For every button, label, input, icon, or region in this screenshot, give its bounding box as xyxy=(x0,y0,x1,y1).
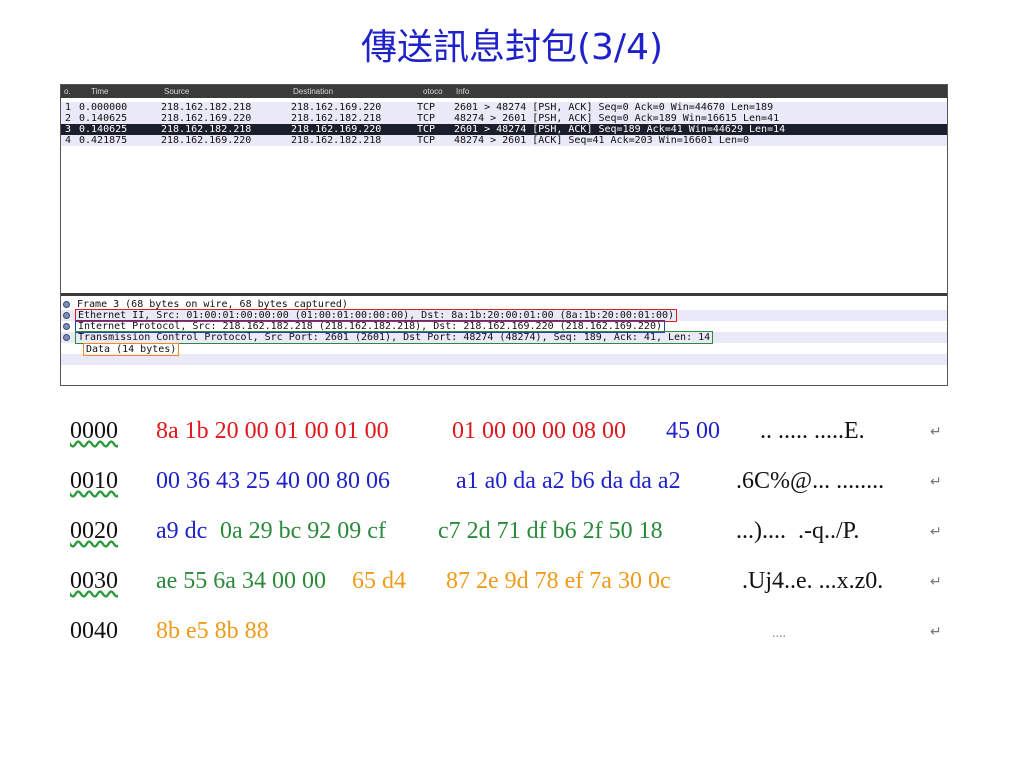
packet-source: 218.162.169.220 xyxy=(161,135,252,146)
packet-source: 218.162.182.218 xyxy=(161,124,252,135)
packet-row[interactable]: 4 0.421875 218.162.169.220 218.162.182.2… xyxy=(61,135,947,146)
column-header-no[interactable]: o. xyxy=(64,85,71,98)
pane-splitter[interactable] xyxy=(61,293,947,296)
hex-ascii: .... xyxy=(772,626,786,641)
hex-bytes: 45 00 xyxy=(666,418,720,444)
packet-protocol: TCP xyxy=(417,124,436,135)
packet-row-selected[interactable]: 3 0.140625 218.162.182.218 218.162.169.2… xyxy=(61,124,947,135)
hex-row: 0040 8b e5 8b 88 .... ↵ xyxy=(70,618,970,650)
column-header-info[interactable]: Info xyxy=(456,85,469,98)
hex-ascii: .. ..... .....E. xyxy=(760,418,865,444)
return-mark-icon: ↵ xyxy=(930,425,942,440)
tree-node-data[interactable]: Data (14 bytes) xyxy=(61,343,947,356)
hex-ascii: .Uj4..e. ...x.z0. xyxy=(742,568,884,594)
packet-info: 48274 > 2601 [ACK] Seq=41 Ack=203 Win=16… xyxy=(454,135,750,146)
packet-no: 4 xyxy=(65,135,72,146)
hex-bytes: c7 2d 71 df b6 2f 50 18 xyxy=(438,518,663,544)
column-header-protocol[interactable]: otoco xyxy=(423,85,443,98)
hex-bytes: 0a 29 bc 92 09 cf xyxy=(220,518,386,544)
packet-destination: 218.162.169.220 xyxy=(291,124,382,135)
packet-source: 218.162.169.220 xyxy=(161,113,252,124)
packet-protocol: TCP xyxy=(417,135,436,146)
packet-row[interactable]: 1 0.000000 218.162.182.218 218.162.169.2… xyxy=(61,102,947,113)
packet-list: 1 0.000000 218.162.182.218 218.162.169.2… xyxy=(61,100,947,292)
column-header-time[interactable]: Time xyxy=(91,85,108,98)
packet-time: 0.421875 xyxy=(79,135,128,146)
packet-list-header: o. Time Source Destination otoco Info xyxy=(61,85,947,98)
hex-bytes: 87 2e 9d 78 ef 7a 30 0c xyxy=(446,568,671,594)
packet-time: 0.140625 xyxy=(79,124,128,135)
hex-row: 0020 a9 dc 0a 29 bc 92 09 cf c7 2d 71 df… xyxy=(70,518,970,550)
tree-row-shade xyxy=(61,354,947,365)
hex-bytes: ae 55 6a 34 00 00 xyxy=(156,568,326,594)
hex-bytes: 01 00 00 00 08 00 xyxy=(452,418,626,444)
hex-bytes: a9 dc xyxy=(156,518,208,544)
column-header-destination[interactable]: Destination xyxy=(293,85,333,98)
hex-bytes: a1 a0 da a2 b6 da da a2 xyxy=(456,468,681,494)
return-mark-icon: ↵ xyxy=(930,575,942,590)
expand-node-icon[interactable] xyxy=(63,334,70,341)
tree-node-label: Data (14 bytes) xyxy=(83,343,180,356)
packet-protocol: TCP xyxy=(417,102,436,113)
return-mark-icon: ↵ xyxy=(930,475,942,490)
hex-ascii: ...).... .-q../P. xyxy=(736,518,860,544)
return-mark-icon: ↵ xyxy=(930,625,942,640)
hex-dump: 0000 8a 1b 20 00 01 00 01 00 01 00 00 00… xyxy=(70,418,970,678)
column-header-source[interactable]: Source xyxy=(164,85,189,98)
packet-destination: 218.162.182.218 xyxy=(291,113,382,124)
packet-info: 2601 > 48274 [PSH, ACK] Seq=0 Ack=0 Win=… xyxy=(454,102,774,113)
hex-row: 0000 8a 1b 20 00 01 00 01 00 01 00 00 00… xyxy=(70,418,970,450)
packet-info: 2601 > 48274 [PSH, ACK] Seq=189 Ack=41 W… xyxy=(454,124,786,135)
packet-destination: 218.162.182.218 xyxy=(291,135,382,146)
packet-time: 0.000000 xyxy=(79,102,128,113)
hex-row: 0010 00 36 43 25 40 00 80 06 a1 a0 da a2… xyxy=(70,468,970,500)
hex-offset: 0030 xyxy=(70,568,118,594)
packet-protocol: TCP xyxy=(417,113,436,124)
hex-offset: 0020 xyxy=(70,518,118,544)
slide-title: 傳送訊息封包(3/4) xyxy=(360,27,664,68)
hex-bytes: 8b e5 8b 88 xyxy=(156,618,269,644)
expand-node-icon[interactable] xyxy=(63,312,70,319)
hex-offset: 0040 xyxy=(70,618,118,644)
expand-node-icon[interactable] xyxy=(63,301,70,308)
packet-no: 3 xyxy=(65,124,72,135)
packet-info: 48274 > 2601 [PSH, ACK] Seq=0 Ack=189 Wi… xyxy=(454,113,780,124)
hex-bytes: 8a 1b 20 00 01 00 01 00 xyxy=(156,418,389,444)
hex-row: 0030 ae 55 6a 34 00 00 65 d4 87 2e 9d 78… xyxy=(70,568,970,600)
packet-row[interactable]: 2 0.140625 218.162.169.220 218.162.182.2… xyxy=(61,113,947,124)
packet-capture-window: o. Time Source Destination otoco Info 1 … xyxy=(60,84,948,386)
packet-no: 1 xyxy=(65,102,72,113)
packet-destination: 218.162.169.220 xyxy=(291,102,382,113)
hex-ascii: .6C%@... ........ xyxy=(736,468,885,494)
packet-details-tree: Frame 3 (68 bytes on wire, 68 bytes capt… xyxy=(61,299,947,383)
hex-bytes: 00 36 43 25 40 00 80 06 xyxy=(156,468,390,494)
packet-no: 2 xyxy=(65,113,72,124)
expand-node-icon[interactable] xyxy=(63,323,70,330)
return-mark-icon: ↵ xyxy=(930,525,942,540)
packet-time: 0.140625 xyxy=(79,113,128,124)
tree-node-tcp[interactable]: Transmission Control Protocol, Src Port:… xyxy=(61,331,947,344)
hex-bytes: 65 d4 xyxy=(352,568,406,594)
packet-source: 218.162.182.218 xyxy=(161,102,252,113)
hex-offset: 0010 xyxy=(70,468,118,494)
hex-offset: 0000 xyxy=(70,418,118,444)
